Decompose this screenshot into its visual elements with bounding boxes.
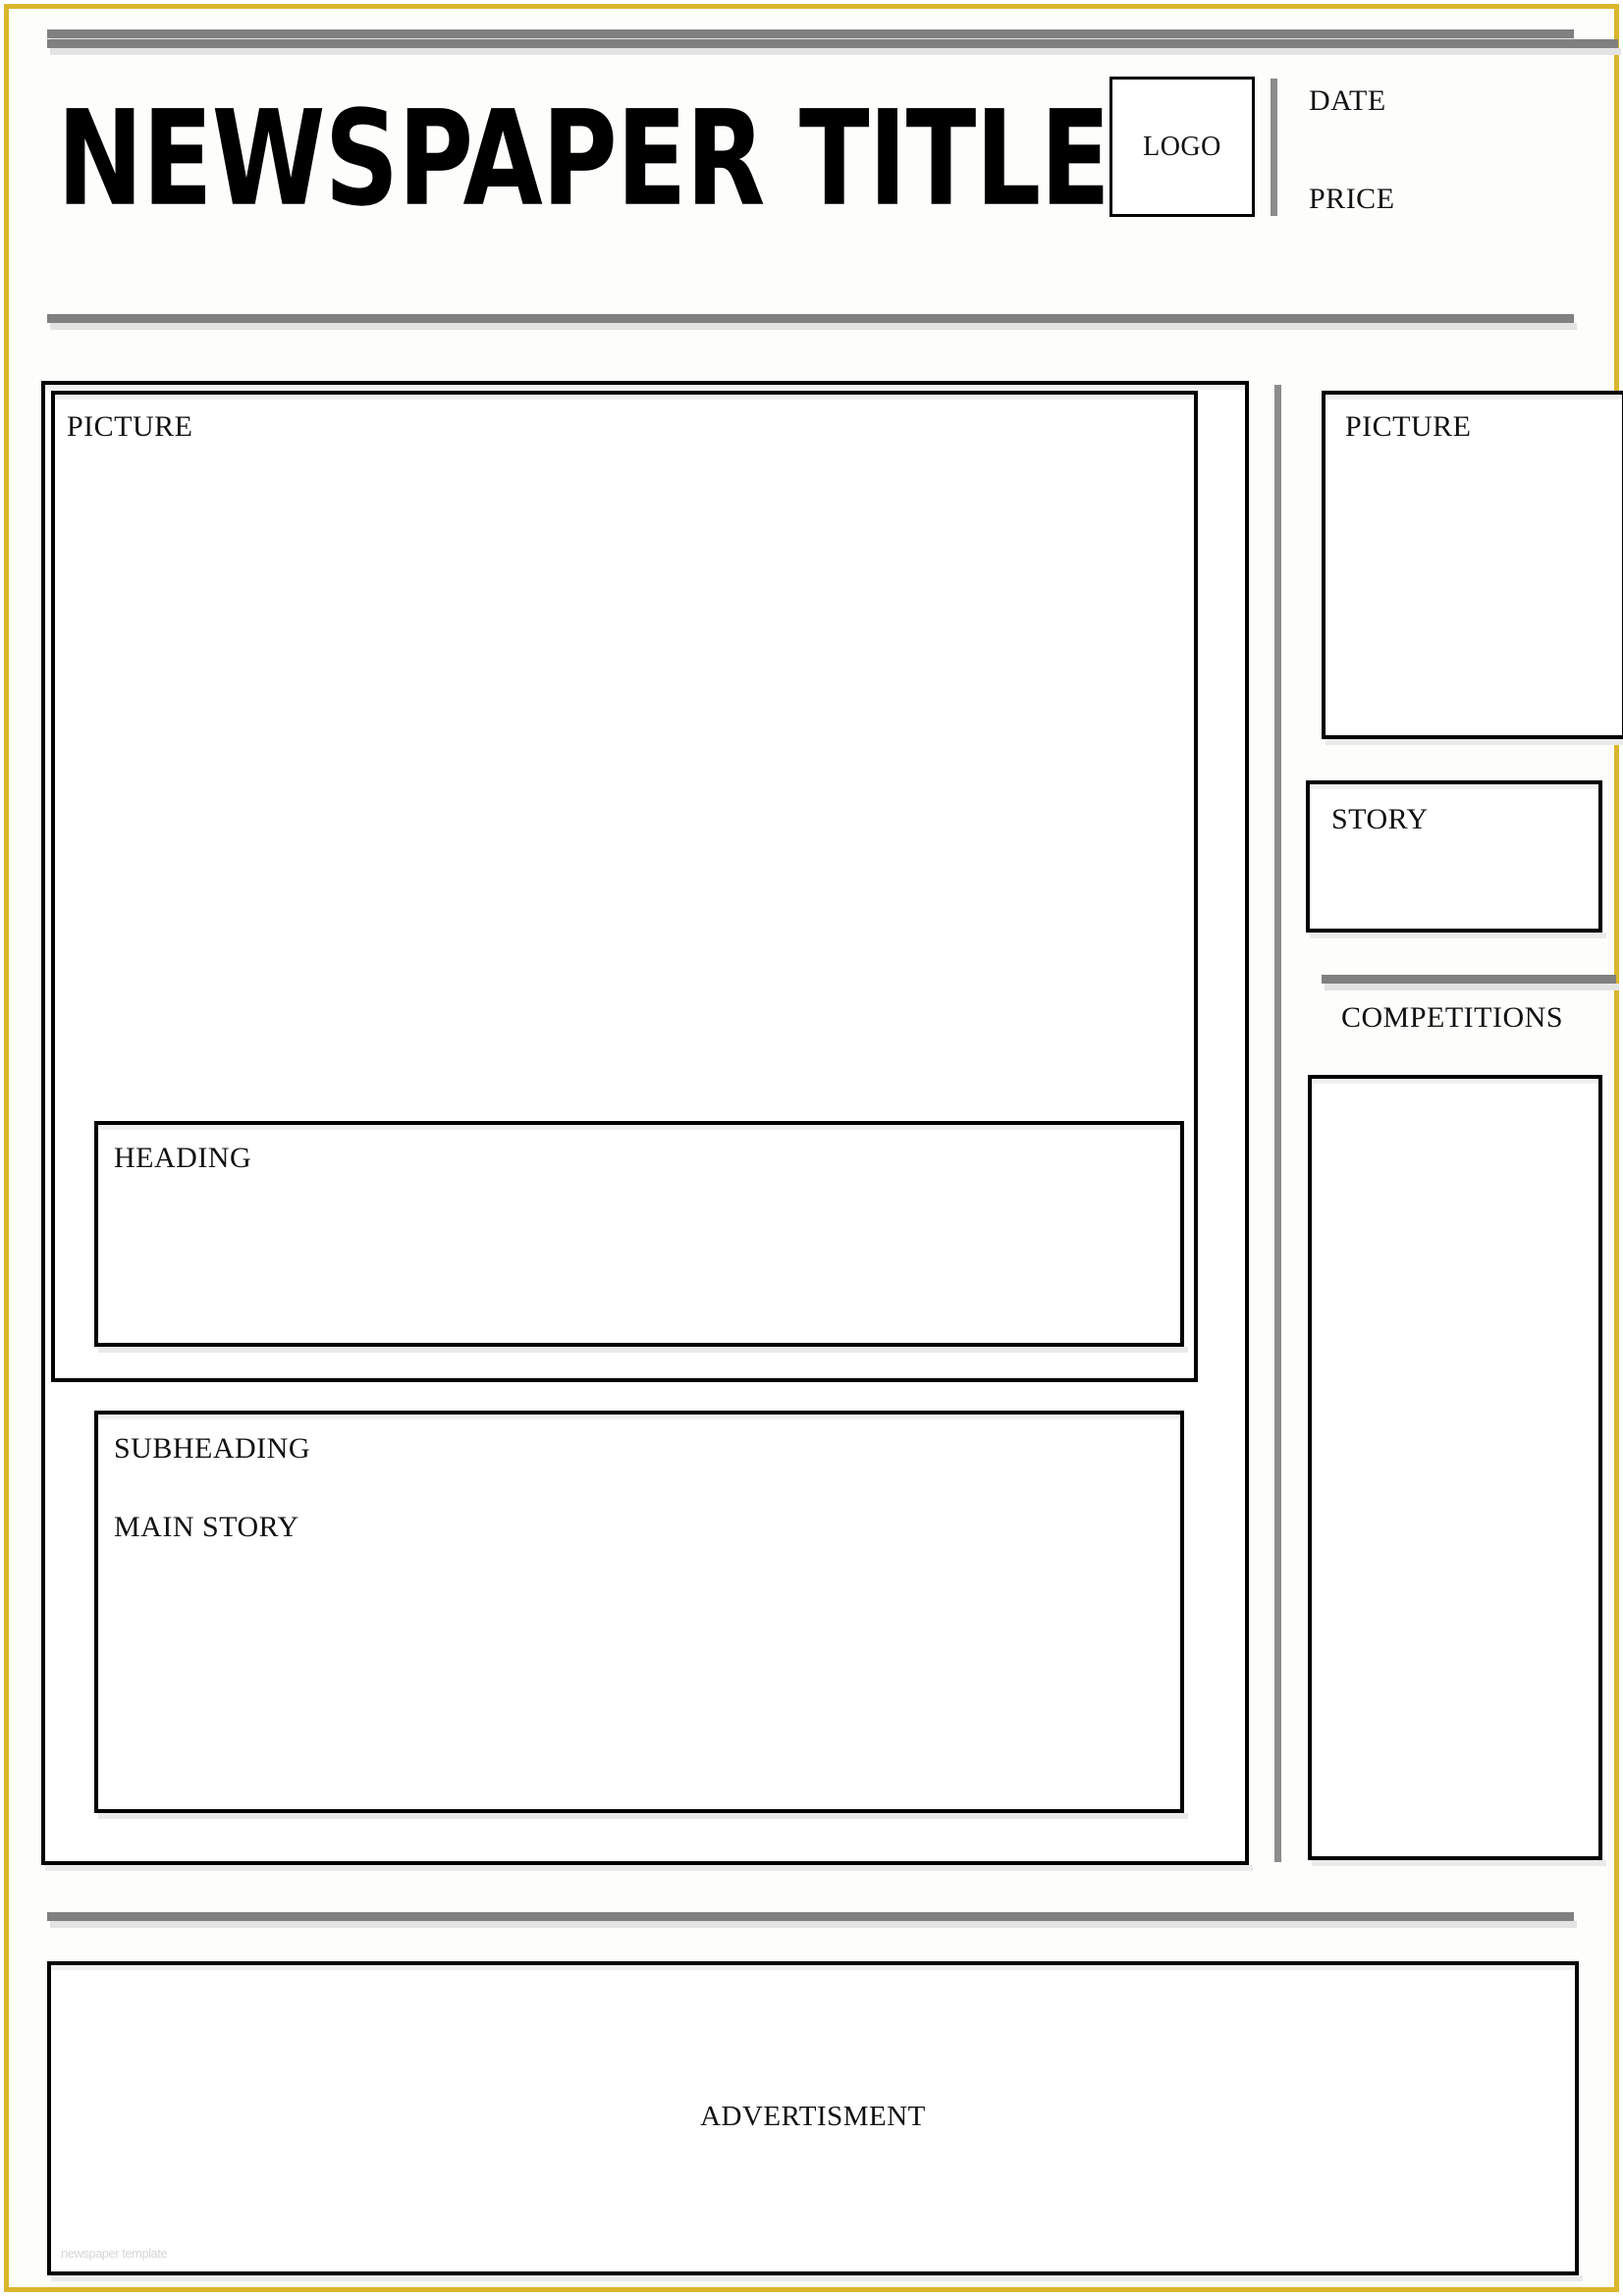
- subheading-box-shadow: [98, 1813, 1188, 1819]
- heading-box-shadow: [98, 1347, 1188, 1353]
- subheading-label: SUBHEADING: [114, 1432, 310, 1465]
- price-field[interactable]: PRICE: [1309, 183, 1395, 216]
- advertisement-label: ADVERTISMENT: [700, 2101, 926, 2132]
- competitions-box[interactable]: [1308, 1075, 1602, 1860]
- footer-artifact-text: newspaper template: [61, 2246, 168, 2261]
- competitions-label: COMPETITIONS: [1341, 1001, 1564, 1034]
- advertisement-top-rule: [47, 1912, 1577, 1928]
- main-frame-shadow: [45, 1865, 1253, 1871]
- masthead-bottom-rule: [47, 314, 1577, 330]
- newspaper-title: NEWSPAPER TITLE: [57, 82, 1110, 237]
- sidebar-picture-shadow: [1325, 739, 1623, 745]
- subheading-main-story-box[interactable]: [94, 1411, 1184, 1813]
- column-vertical-divider: [1274, 385, 1281, 1862]
- sidebar-story-shadow: [1310, 933, 1606, 938]
- newspaper-template-page: NEWSPAPER TITLE LOGO DATE PRICE PICTURE …: [0, 0, 1623, 2296]
- logo-label: LOGO: [1143, 131, 1221, 162]
- competitions-box-shadow: [1312, 1860, 1606, 1866]
- top-rule-upper: [47, 29, 1577, 45]
- sidebar-picture-label: PICTURE: [1345, 410, 1472, 443]
- advertisement-box-shadow: [51, 2275, 1583, 2281]
- sidebar-story-label: STORY: [1331, 803, 1429, 835]
- heading-box[interactable]: [94, 1121, 1184, 1347]
- top-rule-lower: [47, 39, 1621, 55]
- date-field[interactable]: DATE: [1309, 84, 1386, 118]
- masthead-vertical-divider: [1271, 79, 1277, 216]
- main-story-label: MAIN STORY: [114, 1511, 299, 1543]
- logo-placeholder-box[interactable]: LOGO: [1109, 77, 1255, 217]
- competitions-top-rule: [1322, 975, 1619, 990]
- heading-label: HEADING: [114, 1142, 252, 1174]
- masthead: NEWSPAPER TITLE LOGO DATE PRICE: [47, 77, 1579, 273]
- main-picture-label: PICTURE: [67, 410, 193, 443]
